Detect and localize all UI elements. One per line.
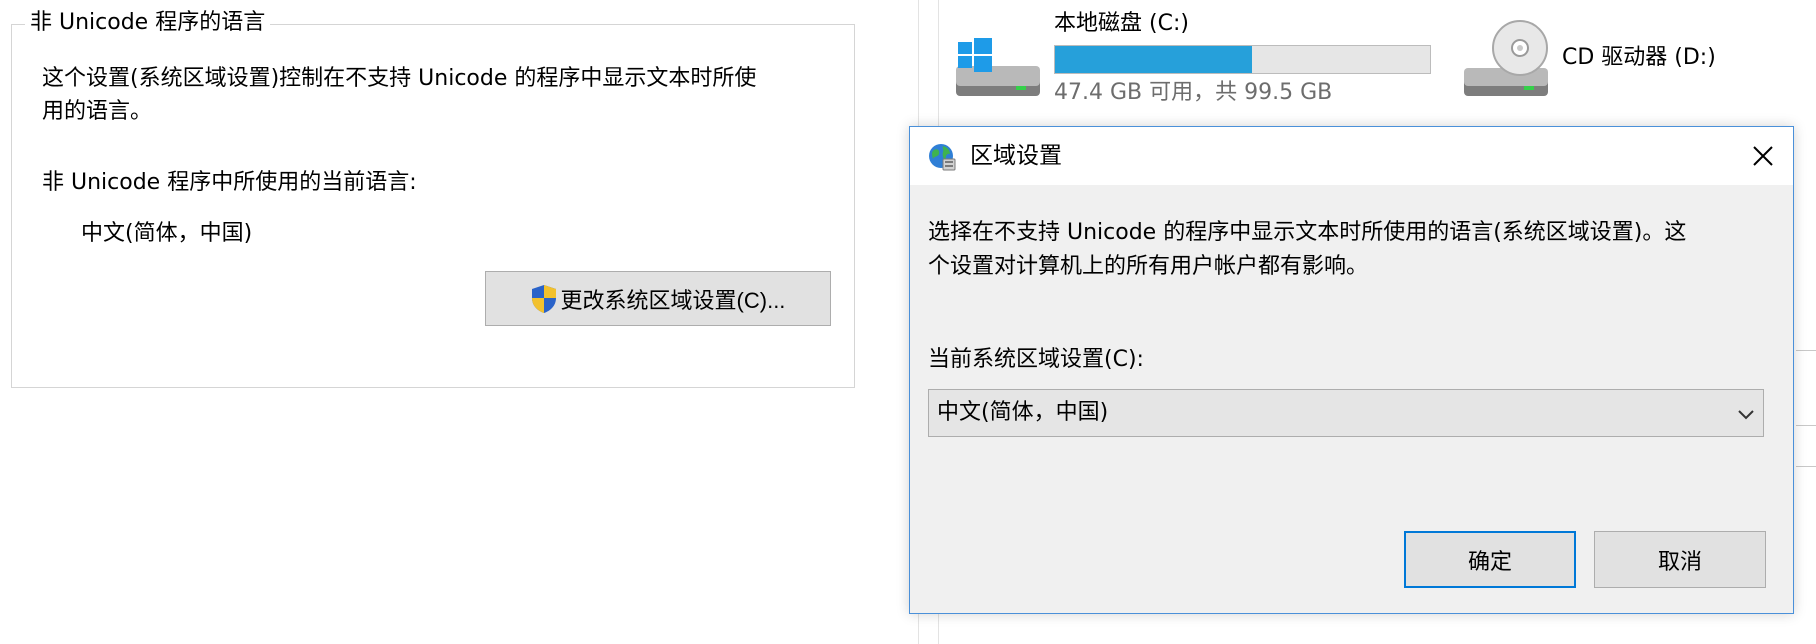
region-settings-dialog: 区域设置 选择在不支持 Unicode 的程序中显示文本时所使用的语言(系统区域… [909, 126, 1794, 614]
group-legend: 非 Unicode 程序的语言 [25, 9, 271, 37]
description-line-1: 这个设置(系统区域设置)控制在不支持 Unicode 的程序中显示文本时所使 [42, 66, 757, 91]
drive-c-usage-fill [1055, 46, 1252, 73]
cancel-button[interactable]: 取消 [1594, 531, 1766, 588]
current-language-label: 非 Unicode 程序中所使用的当前语言: [42, 170, 417, 195]
drive-c-label: 本地磁盘 (C:) [1054, 11, 1189, 36]
shield-icon [531, 284, 561, 314]
drive-d-label: CD 驱动器 (D:) [1562, 45, 1716, 70]
drive-c-usage-bar [1054, 45, 1431, 74]
system-locale-select[interactable]: 中文(简体，中国) [928, 389, 1764, 437]
drive-c-space: 47.4 GB 可用，共 99.5 GB [1054, 80, 1333, 105]
change-system-locale-button[interactable]: 更改系统区域设置(C)... [485, 271, 831, 326]
current-language-value: 中文(简体，中国) [81, 221, 253, 246]
description-line-2: 用的语言。 [42, 99, 153, 124]
cd-drive-icon [1460, 20, 1552, 104]
dialog-description-line-1: 选择在不支持 Unicode 的程序中显示文本时所使用的语言(系统区域设置)。这 [928, 220, 1687, 245]
dialog-description-line-2: 个设置对计算机上的所有用户帐户都有影响。 [928, 254, 1369, 279]
edge-line-2 [1796, 425, 1816, 426]
edge-line-1 [1796, 350, 1816, 351]
ok-button[interactable]: 确定 [1404, 531, 1576, 588]
close-button[interactable] [1733, 127, 1793, 185]
globe-icon [926, 141, 956, 175]
change-button-label: 更改系统区域设置(C)... [560, 287, 786, 313]
windows-drive-icon [954, 36, 1042, 104]
edge-line-3 [1796, 466, 1816, 467]
chevron-down-icon [1737, 405, 1755, 427]
dialog-title: 区域设置 [970, 143, 1062, 169]
dialog-titlebar: 区域设置 [910, 127, 1793, 185]
system-locale-value: 中文(简体，中国) [937, 400, 1109, 425]
non-unicode-language-group: 非 Unicode 程序的语言 这个设置(系统区域设置)控制在不支持 Unico… [11, 9, 855, 388]
system-locale-label: 当前系统区域设置(C): [928, 347, 1144, 372]
close-icon [1752, 145, 1774, 167]
